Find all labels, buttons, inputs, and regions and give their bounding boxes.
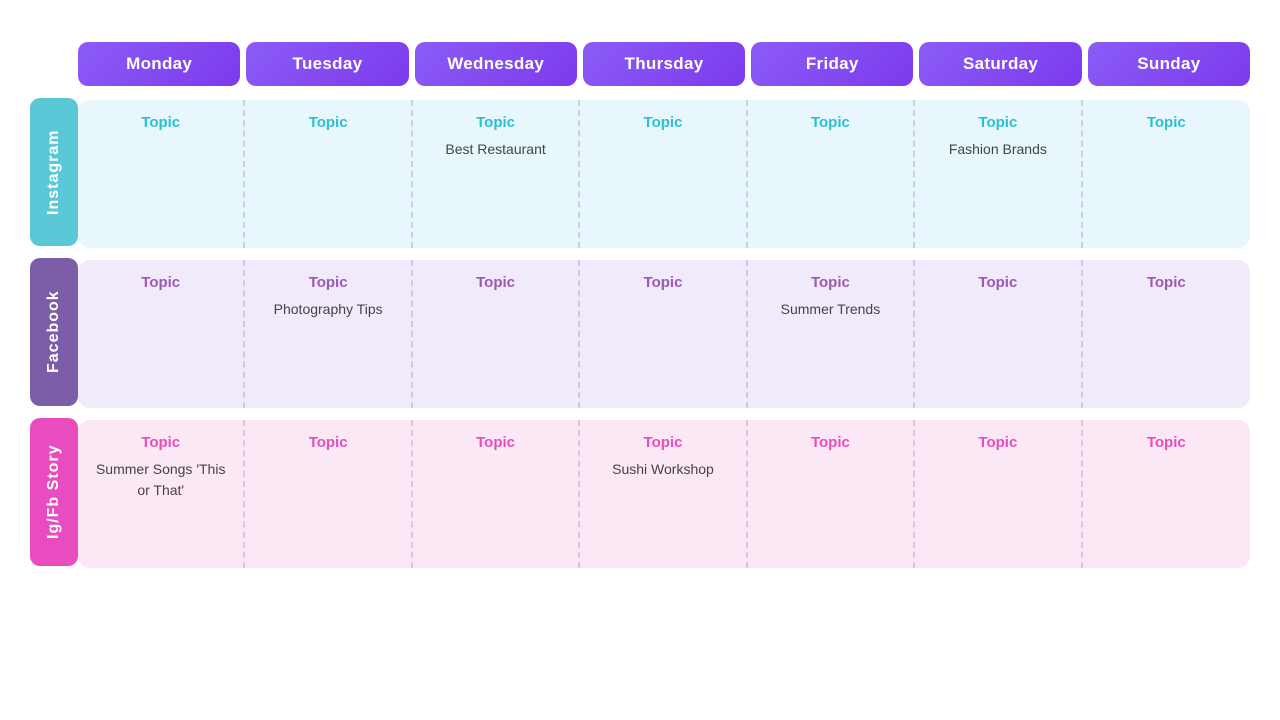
cell-topic-igfb-3: Topic [644,434,683,451]
day-header-thursday: Thursday [583,42,745,86]
cell-igfb-friday[interactable]: Topic [748,420,915,568]
cell-facebook-tuesday[interactable]: Topic Photography Tips [245,260,412,408]
cell-instagram-saturday[interactable]: Topic Fashion Brands [915,100,1082,248]
cell-topic-facebook-0: Topic [141,274,180,291]
cell-topic-igfb-1: Topic [309,434,348,451]
cell-content-instagram-2: Best Restaurant [445,139,545,160]
row-label-instagram: Instagram [30,98,78,246]
cell-content-igfb-0: Summer Songs 'This or That' [88,459,233,501]
instagram-row: TopicTopicTopicBest RestaurantTopicTopic… [78,100,1250,248]
cell-igfb-monday[interactable]: Topic Summer Songs 'This or That' [78,420,245,568]
cell-topic-facebook-6: Topic [1147,274,1186,291]
cell-content-facebook-4: Summer Trends [781,299,881,320]
day-header-friday: Friday [751,42,913,86]
cell-instagram-friday[interactable]: Topic [748,100,915,248]
cell-instagram-monday[interactable]: Topic [78,100,245,248]
cell-topic-facebook-5: Topic [978,274,1017,291]
igfb-row: TopicSummer Songs 'This or That'TopicTop… [78,420,1250,568]
cell-topic-facebook-4: Topic [811,274,850,291]
cell-igfb-tuesday[interactable]: Topic [245,420,412,568]
cell-facebook-wednesday[interactable]: Topic [413,260,580,408]
facebook-row: TopicTopicPhotography TipsTopicTopicTopi… [78,260,1250,408]
cell-topic-facebook-2: Topic [476,274,515,291]
cell-topic-instagram-5: Topic [978,114,1017,131]
day-header-tuesday: Tuesday [246,42,408,86]
cell-topic-instagram-1: Topic [309,114,348,131]
cell-facebook-monday[interactable]: Topic [78,260,245,408]
cell-instagram-thursday[interactable]: Topic [580,100,747,248]
calendar-grid: MondayTuesdayWednesdayThursdayFridaySatu… [78,42,1250,568]
cell-content-facebook-1: Photography Tips [274,299,383,320]
cell-content-igfb-3: Sushi Workshop [612,459,714,480]
cell-topic-instagram-6: Topic [1147,114,1186,131]
cell-content-instagram-5: Fashion Brands [949,139,1047,160]
header-row: MondayTuesdayWednesdayThursdayFridaySatu… [78,42,1250,86]
cell-facebook-saturday[interactable]: Topic [915,260,1082,408]
cell-igfb-thursday[interactable]: Topic Sushi Workshop [580,420,747,568]
cell-topic-igfb-6: Topic [1147,434,1186,451]
cell-topic-facebook-3: Topic [644,274,683,291]
day-header-saturday: Saturday [919,42,1081,86]
row-labels: Instagram Facebook Ig/Fb Story [30,98,78,568]
cell-topic-instagram-0: Topic [141,114,180,131]
day-header-wednesday: Wednesday [415,42,577,86]
cell-topic-instagram-4: Topic [811,114,850,131]
cell-topic-instagram-2: Topic [476,114,515,131]
row-label-igfb: Ig/Fb Story [30,418,78,566]
cell-facebook-sunday[interactable]: Topic [1083,260,1250,408]
cell-instagram-wednesday[interactable]: Topic Best Restaurant [413,100,580,248]
cell-topic-facebook-1: Topic [309,274,348,291]
cell-igfb-sunday[interactable]: Topic [1083,420,1250,568]
day-header-sunday: Sunday [1088,42,1250,86]
cell-facebook-friday[interactable]: Topic Summer Trends [748,260,915,408]
cell-topic-igfb-5: Topic [978,434,1017,451]
cell-topic-igfb-4: Topic [811,434,850,451]
cell-topic-instagram-3: Topic [644,114,683,131]
calendar-wrapper: Instagram Facebook Ig/Fb Story MondayTue… [30,42,1250,568]
cell-instagram-tuesday[interactable]: Topic [245,100,412,248]
cell-igfb-wednesday[interactable]: Topic [413,420,580,568]
cell-facebook-thursday[interactable]: Topic [580,260,747,408]
row-label-facebook: Facebook [30,258,78,406]
cell-instagram-sunday[interactable]: Topic [1083,100,1250,248]
cell-topic-igfb-2: Topic [476,434,515,451]
cell-topic-igfb-0: Topic [141,434,180,451]
day-header-monday: Monday [78,42,240,86]
cell-igfb-saturday[interactable]: Topic [915,420,1082,568]
